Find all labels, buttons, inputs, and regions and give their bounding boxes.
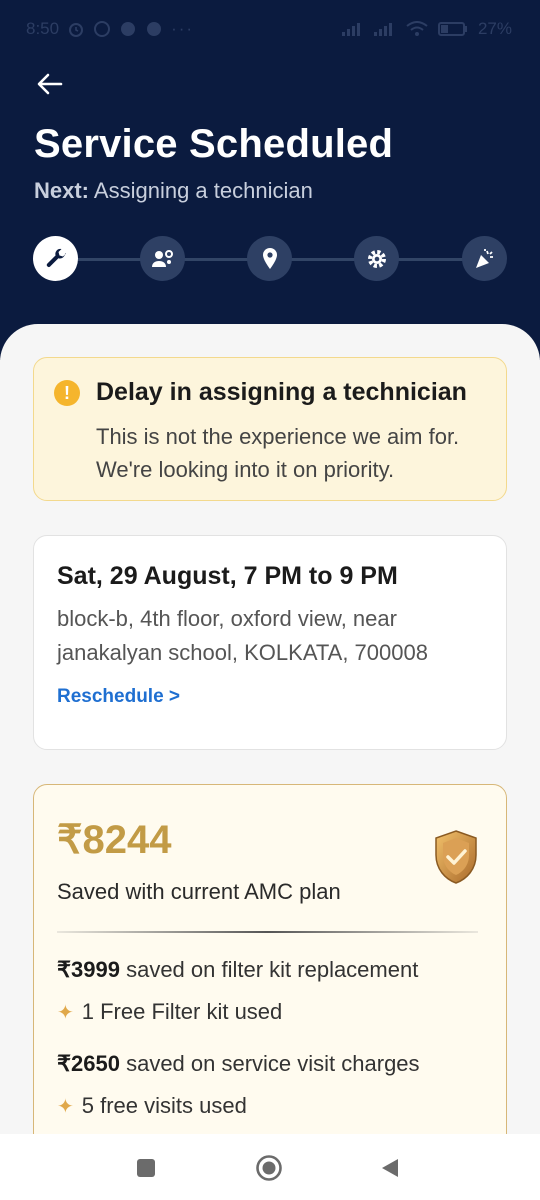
technician-icon	[151, 249, 173, 267]
location-pin-icon	[262, 247, 277, 269]
slot-date-time: Sat, 29 August, 7 PM to 9 PM	[57, 562, 398, 590]
square-icon	[137, 1159, 155, 1177]
saving-line-visits: ₹2650 saved on service visit charges	[57, 1051, 420, 1077]
schedule-card: Sat, 29 August, 7 PM to 9 PM block-b, 4t…	[33, 535, 507, 750]
step-location	[247, 236, 292, 281]
status-bar: 8:50 ··· 27%	[0, 0, 540, 60]
back-nav-button[interactable]	[376, 1154, 404, 1182]
step-service	[354, 236, 399, 281]
more-dots-icon: ···	[171, 19, 195, 38]
next-step-text: Next: Assigning a technician	[34, 178, 313, 204]
next-label: Next:	[34, 178, 90, 203]
saving-amount: ₹2650	[57, 1051, 120, 1076]
perk-line-visits: ✦ 5 free visits used	[57, 1093, 247, 1119]
amc-caption: Saved with current AMC plan	[57, 879, 341, 904]
page-title: Service Scheduled	[34, 122, 394, 166]
sparkle-icon: ✦	[57, 1095, 74, 1118]
saving-text: saved on filter kit replacement	[126, 957, 419, 982]
back-button[interactable]	[30, 64, 70, 104]
home-circle-icon	[256, 1155, 282, 1181]
signal-icon-2	[373, 22, 396, 36]
content-sheet: ! Delay in assigning a technician This i…	[0, 324, 540, 1144]
service-address: block-b, 4th floor, oxford view, near ja…	[57, 606, 428, 665]
step-technician	[140, 236, 185, 281]
whatsapp-icon	[93, 20, 111, 38]
alert-message: This is not the experience we aim for. W…	[96, 424, 460, 482]
triangle-back-icon	[382, 1159, 398, 1177]
signal-icon	[341, 22, 364, 36]
perk-line-filter: ✦ 1 Free Filter kit used	[57, 999, 282, 1025]
step-complete	[462, 236, 507, 281]
gear-icon	[367, 249, 386, 268]
messenger-icon	[119, 20, 137, 38]
saving-text: saved on service visit charges	[126, 1051, 420, 1076]
facebook-icon	[145, 20, 163, 38]
header: 8:50 ··· 27% Service Scheduled Next: Ass…	[0, 0, 540, 360]
status-time: 8:50	[26, 19, 60, 38]
alert-title: Delay in assigning a technician	[96, 378, 467, 406]
recents-button[interactable]	[132, 1154, 160, 1182]
progress-stepper	[33, 236, 507, 282]
amc-savings-card: ₹8244 Saved with current AMC plan ₹3999 …	[33, 784, 507, 1144]
perk-text: 1 Free Filter kit used	[81, 999, 283, 1024]
arrow-left-icon	[37, 73, 63, 95]
wifi-icon	[406, 21, 428, 37]
wrench-icon	[46, 248, 66, 267]
system-nav-bar	[0, 1134, 540, 1200]
home-button[interactable]	[255, 1154, 283, 1182]
next-value: Assigning a technician	[93, 178, 313, 203]
saving-line-filter: ₹3999 saved on filter kit replacement	[57, 957, 418, 983]
battery-level: 27%	[477, 19, 512, 38]
party-popper-icon	[475, 248, 493, 268]
perk-text: 5 free visits used	[81, 1093, 247, 1118]
warning-icon: !	[54, 380, 80, 406]
divider	[57, 931, 478, 933]
step-scheduled	[33, 236, 78, 281]
shield-check-icon	[435, 830, 477, 884]
amc-saved-amount: ₹8244	[57, 818, 172, 862]
saving-amount: ₹3999	[57, 957, 120, 982]
battery-icon	[437, 22, 468, 36]
delay-alert: ! Delay in assigning a technician This i…	[33, 357, 507, 501]
reschedule-link[interactable]: Reschedule >	[57, 686, 180, 708]
alarm-icon	[67, 20, 85, 38]
sparkle-icon: ✦	[57, 1001, 74, 1024]
